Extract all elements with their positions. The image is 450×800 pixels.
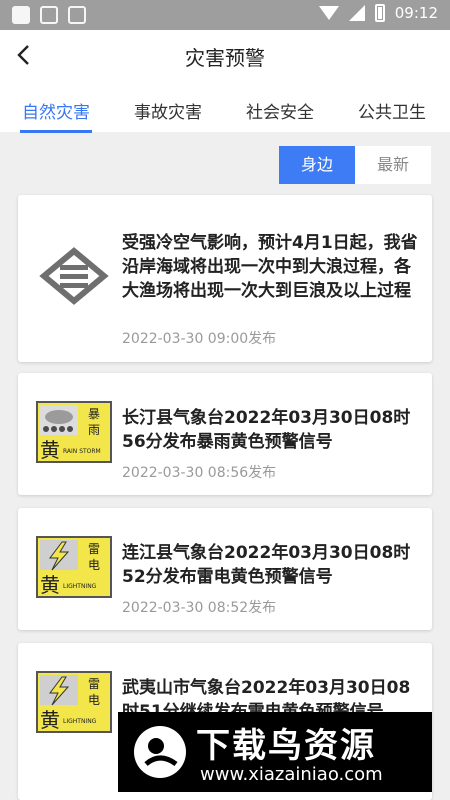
badge-en: LIGHTNING (63, 718, 97, 725)
alert-time: 2022-03-30 09:00发布 (122, 331, 277, 347)
alert-card[interactable]: 受强冷空气影响，预计4月1日起，我省沿岸海域将出现一次中到大浪过程，各大渔场将出… (18, 195, 432, 362)
tab-accident-disaster[interactable]: 事故灾害 (134, 98, 202, 123)
nearby-button[interactable]: 身边 (279, 146, 355, 184)
tab-natural-disaster[interactable]: 自然灾害 (22, 98, 90, 123)
category-tabs: 自然灾害 事故灾害 社会安全 公共卫生 (0, 80, 450, 133)
lightning-yellow-warning-icon: 雷 电 黄 LIGHTNING (36, 536, 112, 598)
badge-level: 黄 (40, 573, 60, 597)
battery-icon (374, 4, 385, 22)
tab-public-health[interactable]: 公共卫生 (358, 98, 426, 123)
watermark-title: 下载鸟资源 (196, 726, 376, 766)
app-bar: 灾害预警 (0, 30, 450, 80)
badge-en: LIGHTNING (63, 583, 97, 590)
badge-type-2: 电 (88, 693, 100, 707)
alert-time: 2022-03-30 08:52发布 (122, 600, 277, 616)
badge-en: RAIN STORM (63, 448, 101, 455)
a-notification-icon (68, 6, 86, 24)
badge-level: 黄 (40, 708, 60, 732)
province-emergency-logo-icon (36, 245, 112, 307)
notification-app-icon (12, 6, 30, 24)
badge-type-1: 雷 (88, 542, 100, 556)
tab-indicator (20, 130, 92, 133)
badge-type-2: 电 (88, 558, 100, 572)
alert-time: 2022-03-30 08:56发布 (122, 465, 277, 481)
wifi-icon (318, 6, 339, 20)
badge-type-1: 雷 (88, 677, 100, 691)
tab-social-security[interactable]: 社会安全 (246, 98, 314, 123)
shield-notification-icon (40, 6, 58, 24)
bird-logo-icon (134, 726, 186, 778)
watermark-url: www.xiazainiao.com (200, 764, 383, 785)
page-title: 灾害预警 (185, 46, 265, 70)
watermark-banner: 下载鸟资源 www.xiazainiao.com (118, 712, 432, 792)
signal-icon (348, 5, 365, 21)
badge-type-1: 暴 (88, 407, 100, 421)
rainstorm-yellow-warning-icon: 暴 雨 黄 RAIN STORM (36, 401, 112, 463)
status-time: 09:12 (394, 4, 438, 22)
alert-title: 受强冷空气影响，预计4月1日起，我省沿岸海域将出现一次中到大浪过程，各大渔场将出… (122, 233, 418, 301)
alert-title: 连江县气象台2022年03月30日08时52分发布雷电黄色预警信号 (122, 543, 411, 587)
badge-type-2: 雨 (88, 423, 100, 437)
alert-card[interactable]: 雷 电 黄 LIGHTNING 连江县气象台2022年03月30日08时52分发… (18, 508, 432, 630)
alert-title: 长汀县气象台2022年03月30日08时56分发布暴雨黄色预警信号 (122, 408, 411, 452)
status-bar: 09:12 (0, 0, 450, 30)
badge-level: 黄 (40, 438, 60, 462)
latest-button[interactable]: 最新 (355, 146, 431, 184)
lightning-yellow-warning-icon: 雷 电 黄 LIGHTNING (36, 671, 112, 733)
alert-card[interactable]: 暴 雨 黄 RAIN STORM 长汀县气象台2022年03月30日08时56分… (18, 373, 432, 495)
